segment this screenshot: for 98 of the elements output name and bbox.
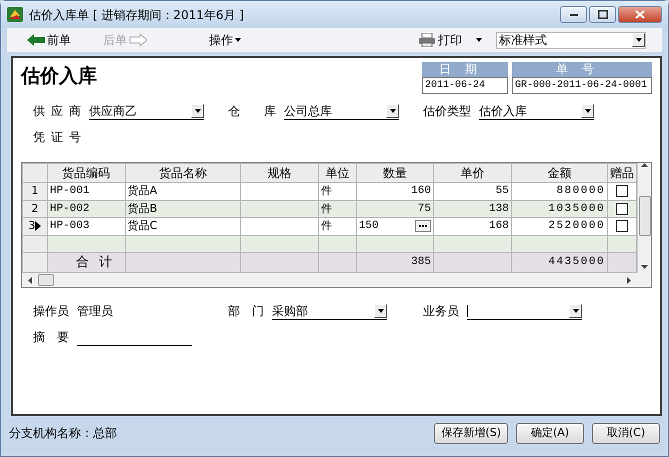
field-label: 估价类型 [423,103,471,120]
table-cell: 件 [318,182,356,200]
column-header: 数量 [356,164,434,182]
column-header: 规格 [240,164,319,182]
gift-checkbox[interactable] [616,220,628,232]
column-header: 货品名称 [125,164,241,182]
horizontal-scrollbar[interactable] [22,273,651,287]
caret-icon [194,108,200,112]
table-cell: 138 [433,200,512,218]
field-label: 供应商 [33,103,81,120]
select-field[interactable] [467,302,582,320]
previous-button[interactable]: 前单 [23,31,75,49]
form-title: 估价入库 [21,64,97,89]
print-button[interactable]: 打印 [414,31,466,49]
table-cell: 2520000 [511,218,608,235]
field-label: 凭证号 [33,129,81,146]
operations-menu[interactable]: 操作 [205,31,245,49]
table-cell: HP-003 [47,218,126,235]
gift-checkbox[interactable] [616,202,628,215]
column-header: 货品编码 [47,164,126,182]
table-cell: 件 [318,218,356,235]
field-value: 管理员 [77,303,113,320]
field-label: 摘要 [33,329,69,346]
table-cell: 货品C [125,218,241,235]
vertical-scrollbar[interactable] [637,163,651,273]
text-cursor [467,304,468,316]
maximize-button[interactable] [589,6,616,23]
table-cell: 件 [318,200,356,218]
printer-icon [418,33,436,47]
style-select[interactable]: 标准样式 [496,32,646,48]
dialog-button[interactable]: 确定(A) [516,422,584,444]
total-label: 合计 [47,252,126,272]
field-label: 操作员 [33,303,69,320]
row-number: 2 [22,200,48,218]
column-header: 金额 [511,164,608,182]
column-header: 单位 [318,164,356,182]
row-header-cell [22,164,48,182]
select-field[interactable]: 采购部 [272,302,387,320]
table-cell: HP-001 [47,182,126,200]
field-label: 部门 [228,303,264,320]
minimize-button[interactable] [560,6,587,23]
table-cell: 160 [356,182,434,200]
dialog-button[interactable]: 取消(C) [592,422,660,444]
left-arrow-icon [27,34,45,46]
window-title: 估价入库单 [ 进销存期间：2011年6月 ] [29,6,244,24]
dropdown-button[interactable] [581,104,594,118]
table-cell: HP-002 [47,200,126,218]
table-cell: 880000 [511,182,608,200]
table-cell: 货品B [125,200,241,218]
caret-icon [390,108,396,112]
up-arrow-icon [641,163,648,167]
ellipsis-button[interactable] [414,220,431,232]
left-arrow-icon [28,276,32,284]
scroll-thumb[interactable] [638,196,651,236]
table-cell: 168 [433,218,512,235]
field-label: 仓库 [228,103,276,120]
gift-checkbox[interactable] [616,185,628,198]
maximize-icon [598,10,608,19]
number-field[interactable]: GR-000-2011-06-24-0001 [512,77,652,94]
caret-icon [476,38,482,42]
select-field[interactable]: 估价入库 [479,102,594,120]
quantity-field[interactable]: 150 [356,218,434,235]
field-label: 业务员 [423,303,459,320]
caret-icon [235,38,241,42]
minimize-icon [570,14,578,16]
date-header: 日期 [422,62,508,77]
caret-icon [636,38,642,42]
dialog-button[interactable]: 保存新增(S) [434,422,508,444]
select-field[interactable]: 供应商乙 [89,102,204,120]
table-cell: 1035000 [511,200,608,218]
right-arrow-icon [129,34,147,46]
select-field[interactable]: 公司总库 [284,102,399,120]
table-cell: 货品A [125,182,241,200]
scroll-thumb[interactable] [38,274,54,286]
row-number: 3 [22,218,48,235]
table-cell: 75 [356,200,434,218]
app-icon [7,7,23,22]
caret-icon [378,308,384,312]
table-cell: 55 [433,182,512,200]
dropdown-button[interactable] [569,304,582,318]
column-header: 单价 [433,164,512,182]
date-field[interactable]: 2011-06-24 [422,77,508,94]
right-arrow-icon [627,276,631,284]
dropdown-button[interactable] [374,304,387,318]
dropdown-button[interactable] [191,104,204,118]
close-icon [635,10,645,19]
number-header: 单号 [512,62,652,77]
dropdown-button[interactable] [632,33,645,47]
total-amount: 4435000 [511,252,608,272]
down-arrow-icon [641,265,648,269]
row-number: 1 [22,182,48,200]
caret-icon [584,108,590,112]
close-button[interactable] [618,6,662,23]
total-quantity: 385 [356,252,434,272]
dropdown-button[interactable] [386,104,399,118]
column-header: 赠品 [608,164,637,182]
caret-icon [572,308,578,312]
status-text: 分支机构名称：总部 [9,425,117,442]
